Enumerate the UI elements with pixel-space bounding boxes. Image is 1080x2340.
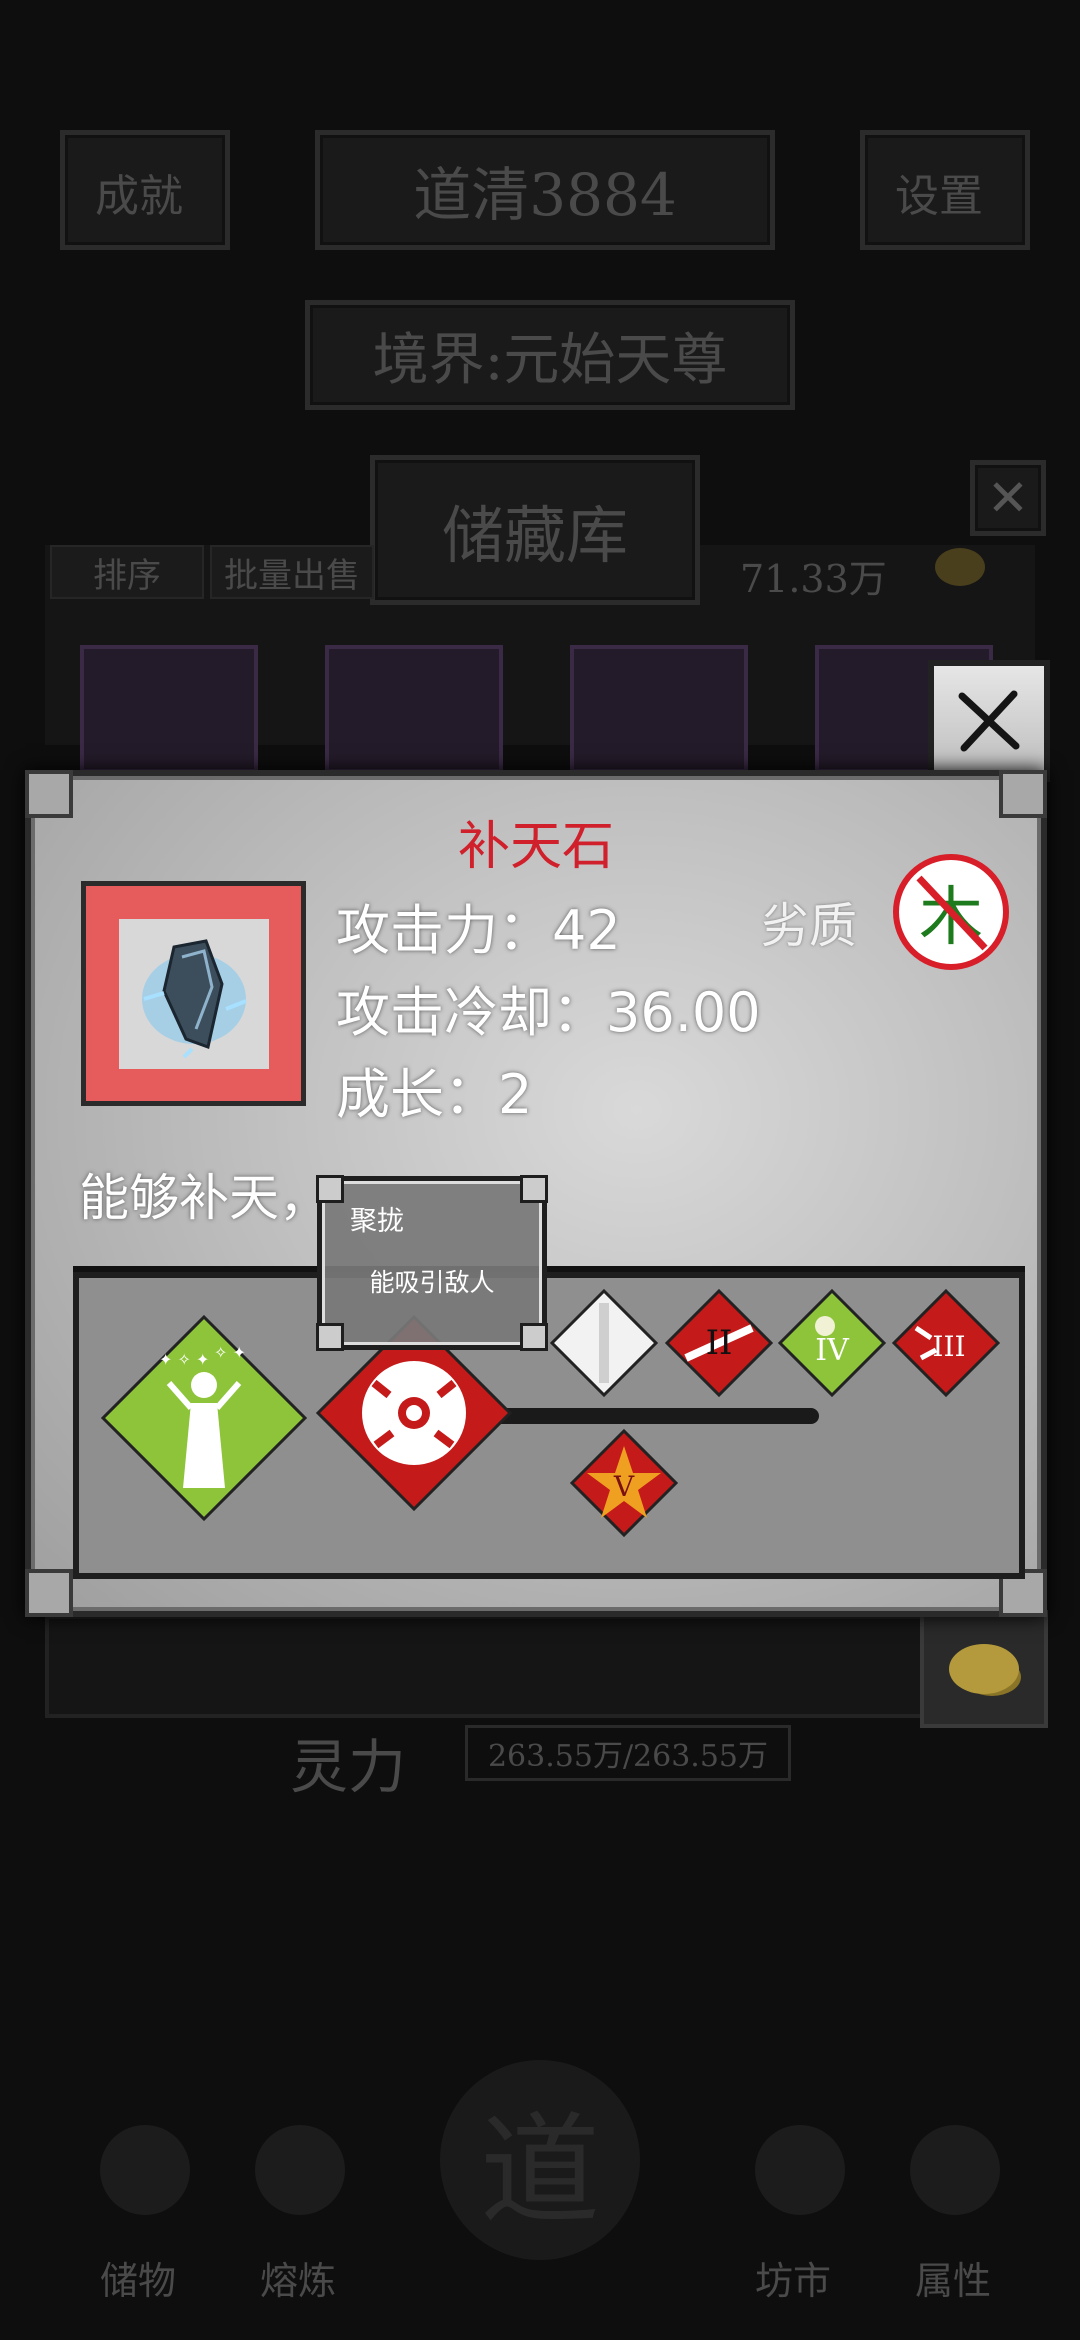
dao-center-button[interactable]: 道 (440, 2060, 640, 2260)
achievement-button[interactable]: 成就 (60, 130, 230, 250)
rank-ii-icon[interactable]: II (664, 1288, 774, 1398)
popup-close-button[interactable] (928, 660, 1050, 782)
rank-iv-icon[interactable]: IV (777, 1288, 887, 1398)
close-icon: ✕ (987, 469, 1029, 527)
yin-yang-icon[interactable] (910, 2125, 1000, 2215)
crystal-stone-icon (141, 938, 247, 1058)
storage-title: 储藏库 (441, 499, 628, 572)
attack-stat: 攻击力：42 (336, 899, 621, 962)
market-nav-icon[interactable] (755, 2125, 845, 2215)
rank-ii-label: II (706, 1323, 733, 1363)
tooltip-corner (316, 1323, 344, 1351)
storage-slot[interactable] (570, 645, 748, 773)
tooltip-corner (520, 1175, 548, 1203)
svg-text:✦ ✧ ✦: ✦ ✧ ✦ (159, 1350, 209, 1369)
cooldown-stat: 攻击冷却：36.00 (336, 981, 761, 1044)
rank-iii-icon[interactable]: III (891, 1288, 1001, 1398)
skill-tooltip: 聚拢 能吸引敌人 (316, 1175, 548, 1351)
rank-v-label: V (613, 1470, 635, 1503)
item-image-bg (118, 918, 269, 1069)
lingli-label: 灵力 (290, 1733, 407, 1801)
forbidden-slash-icon (916, 875, 988, 951)
item-detail-popup: 补天石 攻击力：42 攻击冷却：36.00 成长：2 劣质 木 能够补天， ✦ … (25, 770, 1047, 1617)
storage-money: 71.33万 (740, 557, 887, 601)
rank-iii-label: III (932, 1330, 965, 1363)
settings-button[interactable]: 设置 (860, 130, 1030, 250)
element-badge: 木 (893, 854, 1009, 970)
close-icon (958, 690, 1020, 752)
dao-center-label: 道 (480, 2102, 600, 2241)
storage-title-panel: 储藏库 (370, 455, 700, 605)
nav-label: 属性 (915, 2259, 992, 2303)
item-image-frame (81, 881, 306, 1106)
item-name: 补天石 (457, 817, 614, 877)
storage-slot[interactable] (80, 645, 258, 773)
summon-icon[interactable]: ✦ ✧ ✦ ✧ ✦ (99, 1313, 309, 1523)
storage-footer (45, 1615, 933, 1718)
nav-label: 坊市 (755, 2259, 832, 2303)
rank-iv-label: IV (815, 1333, 850, 1368)
realm-label: 境界:元始天尊 (372, 327, 728, 393)
item-description: 能够补天， (79, 1169, 329, 1227)
coin-icon (935, 548, 985, 586)
sort-label: 排序 (93, 555, 161, 596)
tooltip-description: 能吸引敌人 (369, 1268, 495, 1297)
quality-label: 劣质 (761, 898, 858, 954)
svg-text:✧ ✦: ✧ ✦ (214, 1343, 246, 1362)
frame-corner (25, 1569, 73, 1617)
settings-label: 设置 (895, 171, 983, 222)
storage-nav-icon[interactable] (100, 2125, 190, 2215)
lingli-value-box: 263.55万/263.55万 (465, 1725, 791, 1781)
white-blade-icon[interactable] (549, 1288, 659, 1398)
dao-value: 道清3884 (413, 161, 677, 229)
tooltip-corner (520, 1323, 548, 1351)
storage-close-button[interactable]: ✕ (970, 460, 1046, 536)
sort-button[interactable]: 排序 (50, 545, 204, 599)
sell-coin-button[interactable] (920, 1610, 1048, 1728)
dao-value-panel: 道清3884 (315, 130, 775, 250)
nav-label: 熔炼 (260, 2259, 337, 2303)
rank-v-icon[interactable]: V (569, 1428, 679, 1538)
growth-stat: 成长：2 (336, 1063, 533, 1126)
lingli-value: 263.55万/263.55万 (487, 1739, 769, 1774)
storage-slot[interactable] (325, 645, 503, 773)
realm-panel: 境界:元始天尊 (305, 300, 795, 410)
batch-sell-button[interactable]: 批量出售 (210, 545, 374, 599)
coins-icon (949, 1644, 1019, 1694)
achievement-label: 成就 (95, 171, 183, 222)
tooltip-corner (316, 1175, 344, 1203)
nav-label: 储物 (100, 2259, 177, 2303)
forge-nav-icon[interactable] (255, 2125, 345, 2215)
batch-sell-label: 批量出售 (224, 555, 360, 596)
skills-panel: ✦ ✧ ✦ ✧ ✦ II IV III V (73, 1272, 1025, 1579)
tooltip-title: 聚拢 (350, 1206, 404, 1237)
